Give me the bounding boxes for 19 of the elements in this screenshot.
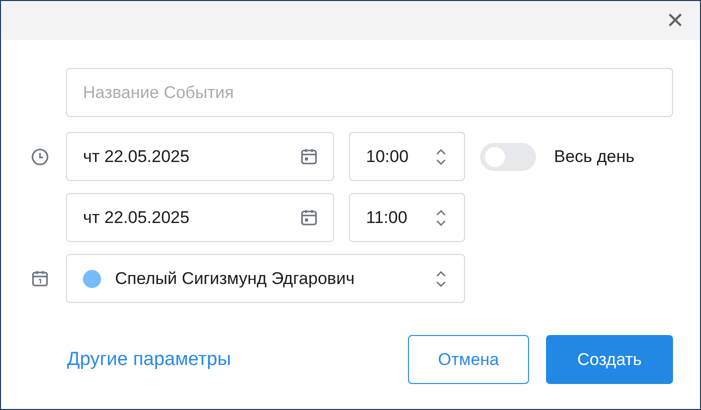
date-field[interactable]: чт 22.05.2025 [66,193,334,242]
title-field[interactable]: Название События [66,68,673,117]
time-field[interactable]: 10:00 [349,132,465,181]
cancel-button[interactable]: Отмена [408,335,529,384]
chevron-updown-icon [436,210,446,226]
create-button[interactable]: Создать [546,335,673,384]
calendar-icon [301,148,317,165]
calendar-select[interactable]: Спелый Сигизмунд Эдгарович [66,254,465,303]
more-options-link[interactable]: Другие параметры [67,348,232,370]
calendar-icon [301,209,317,226]
time-field[interactable]: 11:00 [349,193,465,242]
all-day-label: Весь день [554,146,634,166]
chevron-updown-icon [436,270,446,286]
chevron-updown-icon [436,148,446,164]
calendar-icon [32,270,48,287]
clock-icon [31,148,49,166]
all-day-toggle[interactable] [480,142,536,170]
close-button[interactable]: ✕ [662,10,688,32]
date-field[interactable]: чт 22.05.2025 [66,132,334,181]
